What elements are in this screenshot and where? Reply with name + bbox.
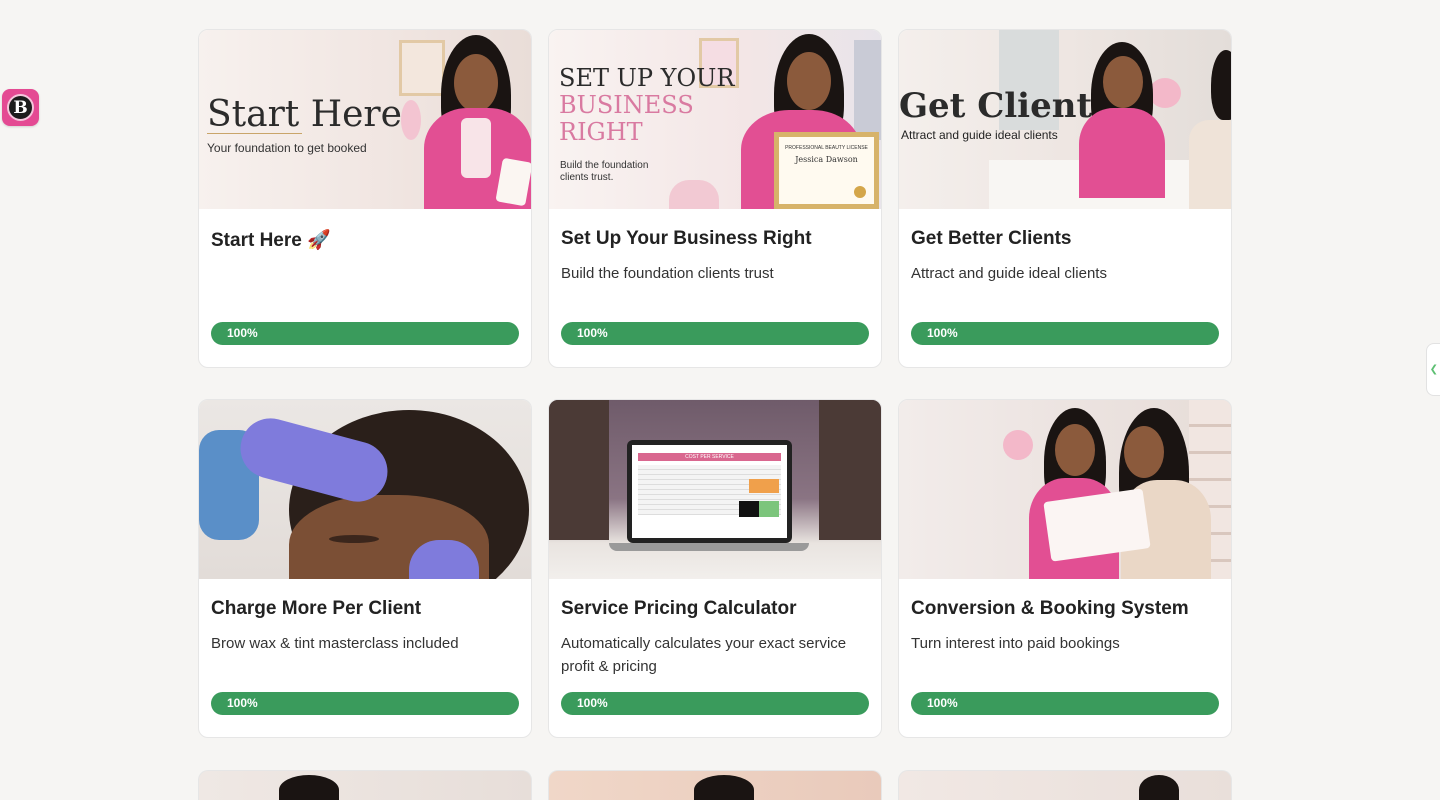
progress-bar: 100% [561,322,869,345]
course-thumbnail [199,400,531,579]
course-thumbnail [899,400,1231,579]
course-description: Brow wax & tint masterclass included [211,635,459,652]
course-card-better-clients[interactable]: Get Clients Attract and guide ideal clie… [898,29,1232,368]
chevron-left-icon: ❮ [1429,364,1438,375]
course-card-pricing-calculator[interactable]: COST PER SERVICE Service Pricing Calcula… [548,399,882,738]
progress-label: 100% [577,326,608,340]
thumb-subtitle: Your foundation to get booked [207,141,367,155]
progress-bar: 100% [911,322,1219,345]
course-card-charge-more[interactable]: Charge More Per Client Brow wax & tint m… [198,399,532,738]
course-title: Service Pricing Calculator [561,598,797,619]
brand-logo-mark: B [7,94,34,121]
laptop-screen: COST PER SERVICE [627,440,792,543]
course-card-start-here[interactable]: Start Here Your foundation to get booked… [198,29,532,368]
course-title: Set Up Your Business Right [561,228,812,249]
course-card-partial[interactable] [548,770,882,800]
course-description: Automatically calculates your exact serv… [561,635,847,675]
course-title: Charge More Per Client [211,598,422,619]
certificate-name: Jessica Dawson [795,155,858,164]
course-thumbnail: COST PER SERVICE [549,400,881,579]
progress-label: 100% [577,696,608,710]
course-thumbnail: Get Clients Attract and guide ideal clie… [899,30,1231,209]
progress-bar: 100% [211,322,519,345]
course-description: Build the foundation clients trust [561,265,774,282]
progress-label: 100% [927,696,958,710]
thumb-subtitle: Build the foundation clients trust. [560,160,649,183]
sidebar-expand-tab[interactable]: ❮ [1426,343,1440,396]
course-card-business-right[interactable]: SET UP YOUR BUSINESS RIGHT Build the fou… [548,29,882,368]
sheet-title: COST PER SERVICE [638,453,781,461]
thumb-heading: Get Clients [899,86,1112,126]
course-thumbnail: SET UP YOUR BUSINESS RIGHT Build the fou… [549,30,881,209]
course-description: Attract and guide ideal clients [911,265,1107,282]
thumb-heading-line2: BUSINESS [559,91,694,119]
course-title: Start Here 🚀 [211,230,331,251]
thumb-heading-line1: SET UP YOUR [559,64,735,92]
certificate-title: PROFESSIONAL BEAUTY LICENSE [785,145,868,151]
thumb-heading-line3: RIGHT [559,118,643,146]
progress-bar: 100% [911,692,1219,715]
course-title: Conversion & Booking System [911,598,1189,619]
progress-label: 100% [227,696,258,710]
course-card-partial[interactable] [198,770,532,800]
progress-bar: 100% [211,692,519,715]
progress-label: 100% [927,326,958,340]
course-description: Turn interest into paid bookings [911,635,1120,652]
progress-label: 100% [227,326,258,340]
brand-logo[interactable]: B [2,89,39,126]
course-thumbnail: Start Here Your foundation to get booked [199,30,531,209]
course-card-booking-system[interactable]: Conversion & Booking System Turn interes… [898,399,1232,738]
certificate: PROFESSIONAL BEAUTY LICENSE Jessica Daws… [774,132,879,209]
thumb-subtitle: Attract and guide ideal clients [901,128,1058,142]
progress-bar: 100% [561,692,869,715]
course-card-partial[interactable] [898,770,1232,800]
thumb-heading: Start Here [207,94,402,135]
course-title: Get Better Clients [911,228,1072,249]
